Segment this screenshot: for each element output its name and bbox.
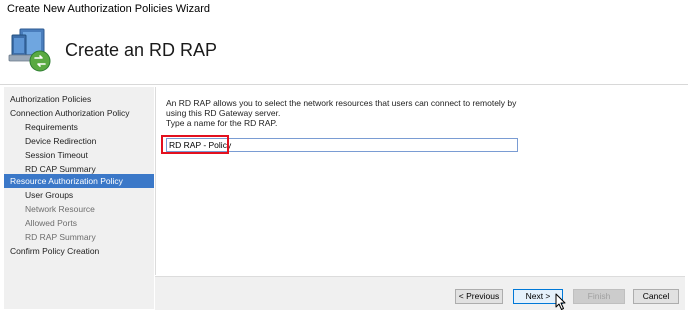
computer-connection-icon: [7, 25, 57, 75]
rap-name-input[interactable]: [166, 138, 518, 152]
description-line-2: using this RD Gateway server.: [166, 108, 281, 118]
nav-item-confirm-policy-creation[interactable]: Confirm Policy Creation: [4, 244, 154, 258]
nav-item-user-groups[interactable]: User Groups: [4, 188, 154, 202]
name-prompt-label: Type a name for the RD RAP.: [166, 118, 278, 128]
nav-item-device-redirection[interactable]: Device Redirection: [4, 134, 154, 148]
wizard-content-pane: An RD RAP allows you to select the netwo…: [155, 87, 685, 275]
nav-item-network-resource: Network Resource: [25, 204, 95, 214]
finish-button: Finish: [573, 289, 625, 304]
window-title: Create New Authorization Policies Wizard: [7, 3, 210, 15]
wizard-button-bar: < Previous Next > Finish Cancel: [155, 276, 685, 310]
nav-item-session-timeout[interactable]: Session Timeout: [4, 148, 154, 162]
nav-item-connection-authorization-policy[interactable]: Connection Authorization Policy: [4, 106, 154, 120]
next-button[interactable]: Next >: [513, 289, 563, 304]
cancel-button[interactable]: Cancel: [633, 289, 679, 304]
previous-button[interactable]: < Previous: [455, 289, 503, 304]
nav-item-requirements[interactable]: Requirements: [4, 120, 154, 134]
description-line-1: An RD RAP allows you to select the netwo…: [166, 98, 517, 108]
nav-item-resource-authorization-policy[interactable]: Resource Authorization Policy: [4, 174, 154, 188]
nav-item-authorization-policies[interactable]: Authorization Policies: [4, 92, 154, 106]
page-title: Create an RD RAP: [65, 40, 218, 60]
wizard-nav-pane: Authorization Policies Connection Author…: [4, 87, 154, 309]
header-separator: [0, 84, 688, 85]
description-text: An RD RAP allows you to select the netwo…: [166, 98, 526, 128]
nav-item-rd-rap-summary: RD RAP Summary: [25, 232, 96, 242]
nav-item-allowed-ports: Allowed Ports: [25, 218, 77, 228]
